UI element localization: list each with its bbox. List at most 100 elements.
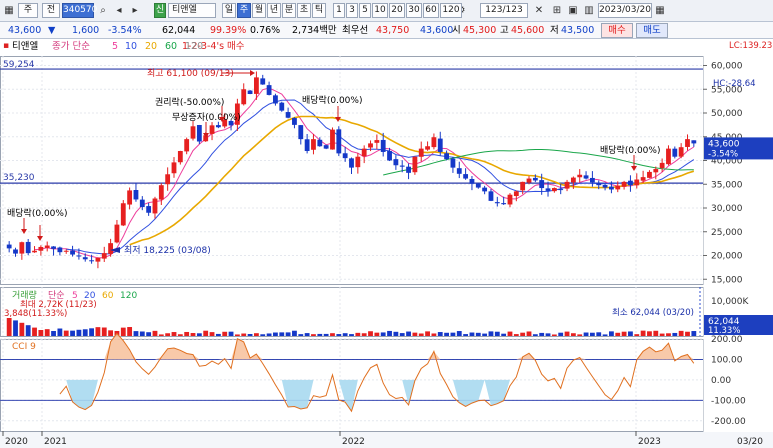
interval-tab-20[interactable]: 20 [389, 3, 405, 18]
candle [444, 153, 450, 160]
candle [38, 246, 44, 251]
candle [418, 148, 424, 157]
candle [158, 185, 164, 200]
period-tab-2[interactable]: 월 [252, 3, 266, 18]
date-field[interactable]: 2023/03/20 [598, 3, 652, 18]
prev-icon[interactable]: ◂ [112, 3, 126, 18]
legend-ma-120: 120 [185, 41, 204, 52]
candle [76, 255, 82, 257]
next-icon[interactable]: ▸ [128, 3, 142, 18]
candle [653, 169, 659, 173]
best-ask: 43,600 [420, 25, 454, 36]
stock-name: 티앤엘 [168, 3, 216, 18]
low-value: 43,500 [561, 25, 595, 36]
candle [82, 257, 88, 260]
price-tick-50000: 50,000 [711, 109, 743, 119]
x-label-2023: 2023 [638, 437, 661, 447]
low-line-label: 35,230 [3, 173, 35, 183]
candle [463, 174, 469, 179]
legend-ma-60: 60 [165, 41, 178, 52]
candle [551, 188, 557, 192]
candle [63, 250, 69, 252]
period-tab-6[interactable]: 틱 [312, 3, 326, 18]
high-line-label: 59,254 [3, 60, 35, 70]
candle [330, 129, 335, 150]
candle [260, 78, 266, 85]
price-tick-25000: 25,000 [711, 228, 743, 238]
open-label: 시 [452, 25, 461, 36]
candle [70, 250, 75, 255]
volume-ma-120: 120 [120, 291, 137, 301]
menu-dropdown[interactable]: 주 [18, 3, 38, 18]
cci-label: CCI 9 [12, 342, 36, 352]
candle [253, 77, 259, 94]
candle [292, 118, 297, 125]
interval-tab-3[interactable]: 3 [346, 3, 358, 18]
candle [13, 249, 18, 254]
candle [95, 257, 101, 262]
candle [108, 243, 114, 254]
candle [380, 139, 386, 152]
wrench-icon[interactable]: ✕ [532, 3, 546, 18]
candle [190, 126, 196, 139]
cci-tick-1: 100.00 [711, 355, 743, 365]
credit-badge: 신 [154, 3, 166, 18]
chart-area[interactable]: 60,00055,00050,00045,00040,00035,00030,0… [0, 54, 773, 448]
quote-turnover: 0.76% [250, 25, 281, 36]
menu2-dropdown[interactable]: 전 [42, 3, 60, 18]
period-tab-3[interactable]: 년 [267, 3, 281, 18]
candle [342, 153, 348, 159]
period-tab-4[interactable]: 분 [282, 3, 296, 18]
best-bid-label: 최우선 [342, 25, 369, 36]
candle [494, 202, 500, 204]
candle [450, 158, 456, 168]
candle [89, 260, 94, 262]
candle [311, 139, 316, 150]
period-tab-5[interactable]: 초 [297, 3, 311, 18]
price-tick-35000: 35,000 [711, 180, 743, 190]
calendar-icon[interactable]: ▦ [653, 3, 667, 18]
candle-counter[interactable]: 123/123 [480, 3, 528, 18]
period-tab-0[interactable]: 일 [222, 3, 236, 18]
best-bid: 43,750 [376, 25, 410, 36]
legend-marker-icon: ▪ [3, 41, 10, 51]
candle [336, 129, 342, 154]
candle [114, 224, 120, 243]
zoom-icon[interactable]: ⊞ [550, 3, 564, 18]
quote-volume: 62,044 [162, 25, 196, 36]
legend-ma-label: 종가 단순 [52, 41, 90, 52]
candle [6, 244, 12, 249]
candle [621, 181, 627, 187]
candle [165, 174, 171, 185]
candle [184, 139, 190, 152]
candle [412, 156, 418, 173]
interval-tab-10[interactable]: 10 [372, 3, 388, 18]
interval-tab-120[interactable]: 120 [440, 3, 462, 18]
volume-min-note: 최소 62,044 (03/20) [612, 307, 694, 318]
quote-change-pct: -3.54% [108, 25, 142, 36]
candle [628, 180, 633, 186]
interval-tab-60[interactable]: 60 [423, 3, 439, 18]
candle [488, 191, 494, 201]
chart-type-icon[interactable]: ▥ [582, 3, 596, 18]
open-value: 45,300 [463, 25, 497, 36]
x-label-last: 03/20 [737, 437, 763, 447]
sell-button[interactable]: 매도 [636, 23, 668, 38]
interval-tab-30[interactable]: 30 [406, 3, 422, 18]
last-price-pct: -3.54% [708, 149, 738, 159]
search-icon[interactable]: ⌕ [96, 3, 110, 18]
period-tab-1[interactable]: 주 [237, 3, 251, 18]
candle [634, 179, 640, 186]
candle [266, 85, 272, 95]
interval-tab-5[interactable]: 5 [359, 3, 371, 18]
price-tick-20000: 20,000 [711, 252, 743, 262]
volume-ma-60: 60 [102, 291, 114, 301]
buy-button[interactable]: 매수 [601, 23, 633, 38]
candle [32, 250, 37, 253]
candle [539, 180, 545, 189]
quote-amount: 2,734백만 [292, 25, 337, 36]
interval-tab-1[interactable]: 1 [333, 3, 345, 18]
grid-menu-icon[interactable]: ▦ [2, 3, 16, 18]
stock-code-input[interactable]: 340570 [62, 3, 97, 18]
save-icon[interactable]: ▣ [566, 3, 580, 18]
